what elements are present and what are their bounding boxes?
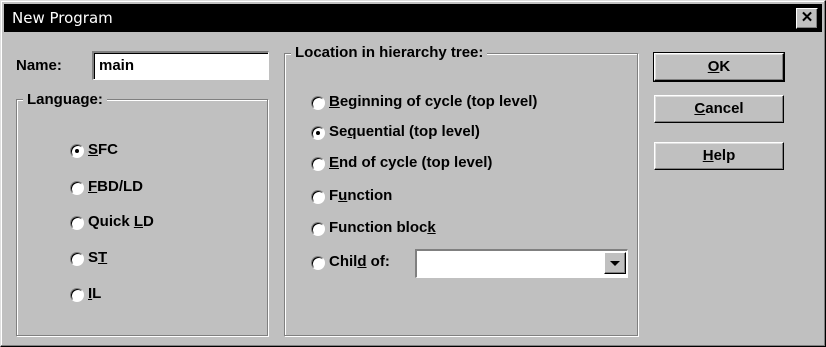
radio-label: ST [88, 249, 108, 266]
radio-label: IL [88, 285, 102, 302]
radio-label: Beginning of cycle (top level) [329, 93, 538, 110]
name-input-value: main [99, 57, 135, 74]
radio-label: Child of: [329, 253, 390, 270]
radio-label: Function block [329, 219, 436, 236]
radio-circle [70, 144, 84, 158]
language-legend: Language: [23, 91, 107, 108]
radio-circle [311, 157, 325, 171]
ok-button[interactable]: OK [653, 52, 785, 82]
radio-label: End of cycle (top level) [329, 154, 493, 171]
name-input[interactable]: main [92, 51, 269, 80]
cancel-button[interactable]: Cancel [654, 95, 784, 123]
radio-circle [311, 190, 325, 204]
close-button[interactable]: ✕ [796, 8, 818, 29]
radio-label: Function [329, 187, 393, 204]
window-title: New Program [12, 9, 113, 27]
radio-circle [70, 216, 84, 230]
radio-circle [311, 256, 325, 270]
radio-circle [70, 252, 84, 266]
help-button[interactable]: Help [654, 142, 784, 170]
radio-circle [311, 96, 325, 110]
chevron-down-icon[interactable] [604, 252, 626, 274]
new-program-dialog: New Program ✕ Name: main Language: SFC F… [0, 0, 826, 347]
location-legend: Location in hierarchy tree: [291, 44, 488, 61]
radio-circle [311, 222, 325, 236]
name-label: Name: [16, 57, 62, 74]
title-bar[interactable]: New Program ✕ [4, 4, 822, 32]
radio-circle [70, 288, 84, 302]
radio-label: Quick LD [88, 213, 154, 230]
radio-circle [70, 181, 84, 195]
radio-label: Sequential (top level) [329, 123, 480, 140]
radio-label: SFC [88, 141, 119, 158]
radio-circle [311, 126, 325, 140]
close-icon: ✕ [800, 9, 814, 26]
child-of-dropdown[interactable] [415, 249, 628, 278]
radio-label: FBD/LD [88, 178, 143, 195]
